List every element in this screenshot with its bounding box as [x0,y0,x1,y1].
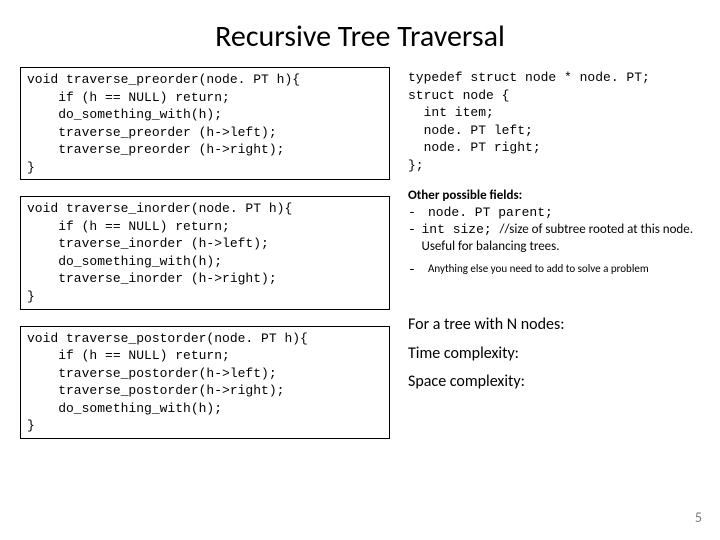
space-complexity: Space complexity: [408,368,700,397]
other-fields-header: Other possible fields: [408,188,700,205]
inorder-code: void traverse_inorder(node. PT h){ if (h… [20,196,390,309]
left-column: void traverse_preorder(node. PT h){ if (… [20,67,390,439]
time-complexity: Time complexity: [408,340,700,369]
typedef-code: typedef struct node * node. PT; struct n… [408,67,700,174]
other-fields: Other possible fields: - node. PT parent… [408,188,700,278]
complexity-block: For a tree with N nodes: Time complexity… [408,293,700,397]
bullet-dash: - [408,222,422,256]
parent-field: node. PT parent; [428,205,553,222]
content-area: void traverse_preorder(node. PT h){ if (… [0,67,720,439]
complexity-intro: For a tree with N nodes: [408,311,700,340]
page-number: 5 [695,509,702,526]
page-title: Recursive Tree Traversal [0,0,720,67]
size-code: int size; [422,222,500,237]
anything-note: Anything else you need to add to solve a… [428,262,649,279]
postorder-code: void traverse_postorder(node. PT h){ if … [20,326,390,439]
right-column: typedef struct node * node. PT; struct n… [408,67,700,439]
bullet-dash: - [408,205,428,222]
bullet-dash: - [408,262,428,279]
preorder-code: void traverse_preorder(node. PT h){ if (… [20,67,390,180]
